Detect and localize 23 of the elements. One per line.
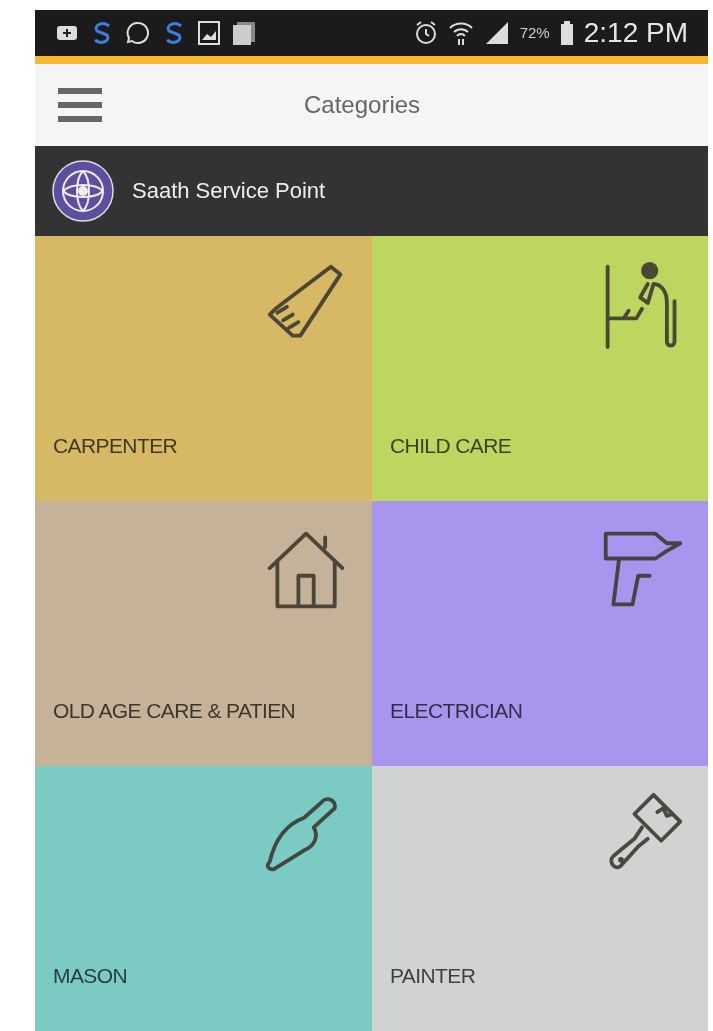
app-name: Saath Service Point: [132, 177, 326, 206]
category-tile[interactable]: ELECTRICIAN: [372, 501, 708, 766]
alarm-icon: [413, 19, 438, 46]
category-label: PAINTER: [390, 963, 476, 989]
battery-icon: [559, 19, 574, 46]
category-label: CARPENTER: [53, 433, 178, 459]
category-label: CHILD CARE: [390, 433, 512, 459]
screen-title: Categories: [304, 90, 421, 121]
category-label: MASON: [53, 963, 127, 989]
clock-time: 2:12 PM: [583, 15, 688, 50]
chat-icon: [125, 19, 151, 46]
category-label: ELECTRICIAN: [390, 698, 523, 724]
image-icon: [197, 19, 221, 46]
logo-icon: [52, 159, 114, 222]
category-tile[interactable]: CARPENTER: [35, 236, 372, 501]
menu-icon[interactable]: [58, 86, 102, 125]
category-tile[interactable]: PAINTER: [372, 766, 708, 1031]
category-tile[interactable]: CHILD CARE: [372, 236, 708, 501]
category-tile[interactable]: MASON: [35, 766, 372, 1031]
category-tile[interactable]: OLD AGE CARE & PATIEN: [35, 501, 372, 766]
category-label: OLD AGE CARE & PATIEN: [53, 698, 296, 724]
document-icon: [231, 19, 257, 46]
battery-percentage: 72%: [519, 22, 550, 43]
